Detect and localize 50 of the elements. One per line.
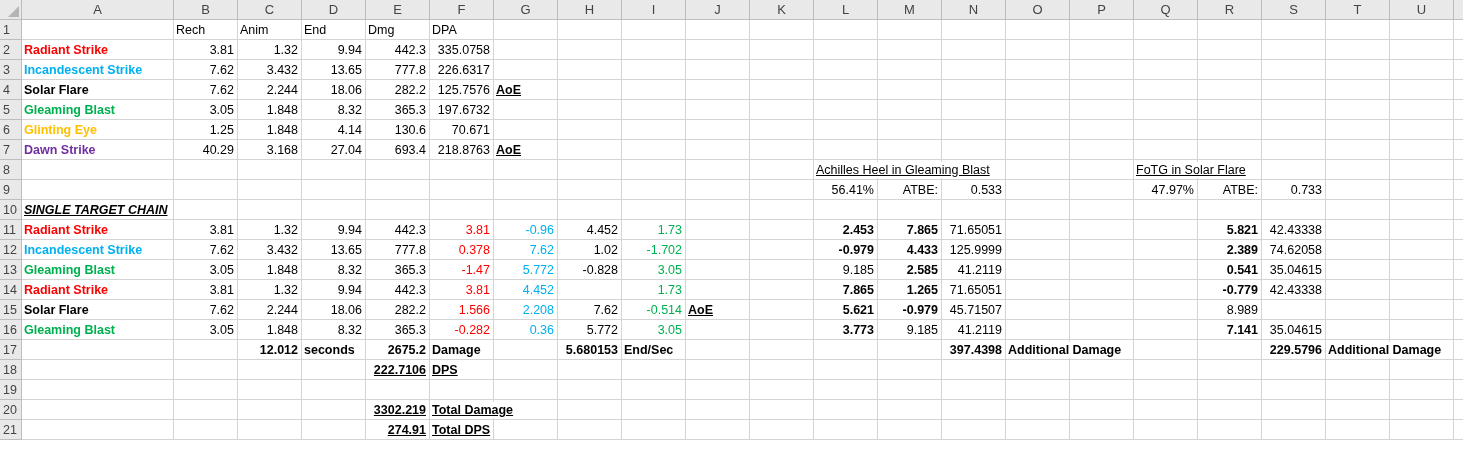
- row-header[interactable]: 16: [0, 320, 22, 340]
- row-header[interactable]: 14: [0, 280, 22, 300]
- row-header[interactable]: 18: [0, 360, 22, 380]
- column-header[interactable]: D: [302, 0, 366, 20]
- row-header[interactable]: 3: [0, 60, 22, 80]
- column-header[interactable]: O: [1006, 0, 1070, 20]
- column-header[interactable]: M: [878, 0, 942, 20]
- cell-text: Total Damage: [432, 401, 514, 418]
- row-header[interactable]: 5: [0, 100, 22, 120]
- column-header[interactable]: R: [1198, 0, 1262, 20]
- row-header[interactable]: 2: [0, 40, 22, 60]
- column-header[interactable]: F: [430, 0, 494, 20]
- cell-text: FoTG in Solar Flare: [1136, 161, 1246, 178]
- row-header[interactable]: 12: [0, 240, 22, 260]
- column-header[interactable]: A: [22, 0, 174, 20]
- row-header[interactable]: 15: [0, 300, 22, 320]
- row-header[interactable]: 8: [0, 160, 22, 180]
- select-all-corner[interactable]: [0, 0, 22, 20]
- row-header[interactable]: 10: [0, 200, 22, 220]
- column-header[interactable]: L: [814, 0, 878, 20]
- row-header[interactable]: 11: [0, 220, 22, 240]
- column-header[interactable]: C: [238, 0, 302, 20]
- cell-text: Additional Damage: [1008, 341, 1122, 358]
- column-header[interactable]: J: [686, 0, 750, 20]
- row-header[interactable]: 1: [0, 20, 22, 40]
- column-header[interactable]: I: [622, 0, 686, 20]
- column-header[interactable]: N: [942, 0, 1006, 20]
- cell-text: Additional Damage: [1328, 341, 1442, 358]
- triangle-icon: [8, 6, 19, 17]
- row-header[interactable]: 4: [0, 80, 22, 100]
- row-header[interactable]: 20: [0, 400, 22, 420]
- row-header[interactable]: 7: [0, 140, 22, 160]
- row-header[interactable]: 21: [0, 420, 22, 440]
- column-header[interactable]: S: [1262, 0, 1326, 20]
- row-header[interactable]: 13: [0, 260, 22, 280]
- column-header[interactable]: Q: [1134, 0, 1198, 20]
- column-header[interactable]: G: [494, 0, 558, 20]
- column-header[interactable]: K: [750, 0, 814, 20]
- column-header[interactable]: P: [1070, 0, 1134, 20]
- column-header[interactable]: U: [1390, 0, 1454, 20]
- column-header[interactable]: H: [558, 0, 622, 20]
- row-header[interactable]: 6: [0, 120, 22, 140]
- column-header[interactable]: T: [1326, 0, 1390, 20]
- cell-text: Achilles Heel in Gleaming Blast: [816, 161, 990, 178]
- column-header[interactable]: [1454, 0, 1463, 20]
- row-header[interactable]: 9: [0, 180, 22, 200]
- row-header[interactable]: 17: [0, 340, 22, 360]
- column-header[interactable]: E: [366, 0, 430, 20]
- column-header[interactable]: B: [174, 0, 238, 20]
- row-header[interactable]: 19: [0, 380, 22, 400]
